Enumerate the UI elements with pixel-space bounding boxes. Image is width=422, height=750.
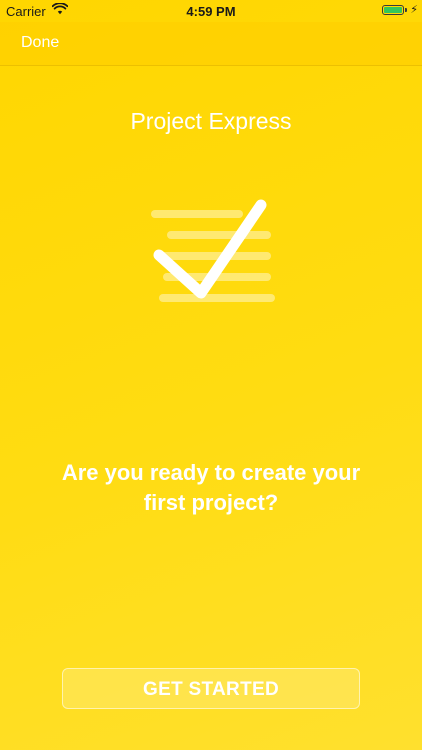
- done-button[interactable]: Done: [21, 34, 59, 52]
- battery-tip: [405, 8, 407, 12]
- get-started-button[interactable]: GET STARTED: [62, 668, 360, 709]
- clock: 4:59 PM: [186, 4, 236, 19]
- app-title: Project Express: [130, 108, 292, 134]
- status-bar: Carrier 4:59 PM ⚡: [0, 0, 422, 22]
- navigation-bar: Done: [0, 22, 422, 66]
- battery-level: [384, 7, 402, 13]
- battery-icon: [382, 5, 404, 15]
- charging-bolt-icon: ⚡: [410, 4, 418, 16]
- onboarding-prompt: Are you ready to create your first proje…: [61, 460, 361, 515]
- checklist-checkmark-icon: [145, 195, 280, 310]
